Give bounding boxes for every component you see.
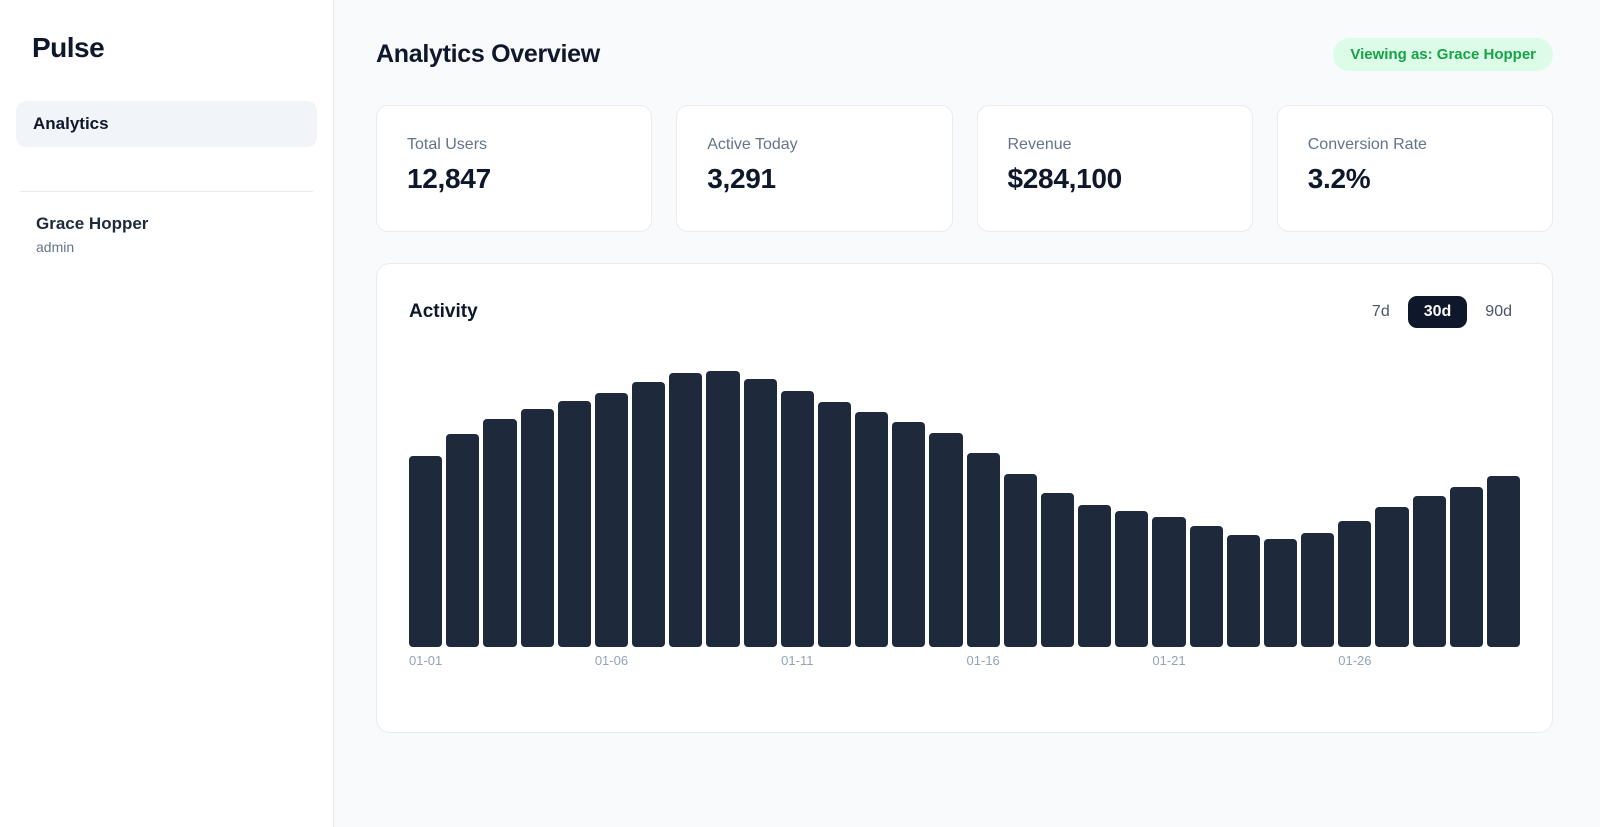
- x-tick-01-16: 01-16: [967, 653, 1000, 670]
- x-tick-01-10: [744, 653, 777, 670]
- bar-01-02: [446, 434, 479, 647]
- x-tick-01-09: [706, 653, 739, 670]
- stat-label: Revenue: [1008, 136, 1222, 154]
- bar-01-25: [1301, 533, 1334, 647]
- bar-01-16: [967, 453, 1000, 647]
- bar-01-09: [706, 371, 739, 647]
- user-name: Grace Hopper: [36, 214, 317, 234]
- x-tick-01-29: [1450, 653, 1483, 670]
- x-tick-01-08: [669, 653, 702, 670]
- bar-01-24: [1264, 539, 1297, 647]
- range-button-30d[interactable]: 30d: [1408, 296, 1468, 328]
- x-tick-01-21: 01-21: [1152, 653, 1185, 670]
- x-tick-01-24: [1264, 653, 1297, 670]
- x-tick-01-01: 01-01: [409, 653, 442, 670]
- bar-01-13: [855, 412, 888, 647]
- bar-01-08: [669, 373, 702, 647]
- sidebar-divider: [20, 191, 313, 192]
- x-tick-01-07: [632, 653, 665, 670]
- x-tick-01-13: [855, 653, 888, 670]
- x-tick-01-06: 01-06: [595, 653, 628, 670]
- bar-01-17: [1004, 474, 1037, 647]
- stat-card-total-users: Total Users 12,847: [376, 105, 652, 232]
- bar-01-27: [1375, 507, 1408, 647]
- x-tick-01-25: [1301, 653, 1334, 670]
- x-tick-01-27: [1375, 653, 1408, 670]
- sidebar-item-analytics[interactable]: Analytics: [16, 101, 317, 147]
- bar-01-30: [1487, 476, 1520, 647]
- activity-x-axis: 01-01 01-06 01-11 01-16 01-21 01-26: [409, 653, 1520, 670]
- x-tick-01-11: 01-11: [781, 653, 814, 670]
- stat-value: $284,100: [1008, 163, 1222, 195]
- viewing-as-badge: Viewing as: Grace Hopper: [1333, 38, 1553, 71]
- bar-01-06: [595, 393, 628, 647]
- x-tick-01-20: [1115, 653, 1148, 670]
- x-tick-01-17: [1004, 653, 1037, 670]
- stat-card-conversion-rate: Conversion Rate 3.2%: [1277, 105, 1553, 232]
- app-logo: Pulse: [32, 32, 317, 64]
- x-tick-01-03: [483, 653, 516, 670]
- bar-01-10: [744, 379, 777, 647]
- bar-01-29: [1450, 487, 1483, 647]
- stat-label: Total Users: [407, 136, 621, 154]
- bar-01-11: [781, 391, 814, 647]
- bar-01-20: [1115, 511, 1148, 647]
- range-button-90d[interactable]: 90d: [1477, 296, 1520, 328]
- page-header: Analytics Overview Viewing as: Grace Hop…: [376, 38, 1553, 71]
- x-tick-01-05: [558, 653, 591, 670]
- x-tick-01-26: 01-26: [1338, 653, 1371, 670]
- x-tick-01-18: [1041, 653, 1074, 670]
- range-toggle: 7d 30d 90d: [1364, 296, 1520, 328]
- main-content: Analytics Overview Viewing as: Grace Hop…: [334, 0, 1600, 827]
- bar-01-22: [1190, 526, 1223, 647]
- activity-bar-chart: [409, 354, 1520, 647]
- user-role: admin: [36, 239, 317, 255]
- stat-label: Active Today: [707, 136, 921, 154]
- stat-value: 12,847: [407, 163, 621, 195]
- stats-row: Total Users 12,847 Active Today 3,291 Re…: [376, 105, 1553, 232]
- page-title: Analytics Overview: [376, 40, 600, 69]
- bar-01-19: [1078, 505, 1111, 647]
- bar-01-07: [632, 382, 665, 647]
- bar-01-28: [1413, 496, 1446, 647]
- activity-title: Activity: [409, 301, 478, 323]
- x-tick-01-02: [446, 653, 479, 670]
- bar-01-15: [929, 433, 962, 647]
- stat-card-active-today: Active Today 3,291: [676, 105, 952, 232]
- bar-01-04: [521, 409, 554, 647]
- x-tick-01-04: [521, 653, 554, 670]
- bar-01-12: [818, 402, 851, 647]
- sidebar: Pulse Analytics Grace Hopper admin: [0, 0, 334, 827]
- x-tick-01-12: [818, 653, 851, 670]
- activity-card-header: Activity 7d 30d 90d: [409, 296, 1520, 328]
- bar-01-26: [1338, 521, 1371, 647]
- sidebar-item-label: Analytics: [33, 114, 109, 133]
- x-tick-01-30: [1487, 653, 1520, 670]
- stat-label: Conversion Rate: [1308, 136, 1522, 154]
- user-block: Grace Hopper admin: [36, 214, 317, 255]
- x-tick-01-14: [892, 653, 925, 670]
- x-tick-01-19: [1078, 653, 1111, 670]
- range-button-7d[interactable]: 7d: [1364, 296, 1398, 328]
- stat-value: 3,291: [707, 163, 921, 195]
- bar-01-23: [1227, 535, 1260, 647]
- x-tick-01-23: [1227, 653, 1260, 670]
- bar-01-05: [558, 401, 591, 647]
- stat-card-revenue: Revenue $284,100: [977, 105, 1253, 232]
- stat-value: 3.2%: [1308, 163, 1522, 195]
- bar-01-18: [1041, 493, 1074, 647]
- bar-01-21: [1152, 517, 1185, 647]
- bar-01-01: [409, 456, 442, 647]
- x-tick-01-15: [929, 653, 962, 670]
- activity-card: Activity 7d 30d 90d 01-01 01-06 01-11 01-16…: [376, 263, 1553, 733]
- bar-01-03: [483, 419, 516, 647]
- x-tick-01-22: [1190, 653, 1223, 670]
- x-tick-01-28: [1413, 653, 1446, 670]
- bar-01-14: [892, 422, 925, 647]
